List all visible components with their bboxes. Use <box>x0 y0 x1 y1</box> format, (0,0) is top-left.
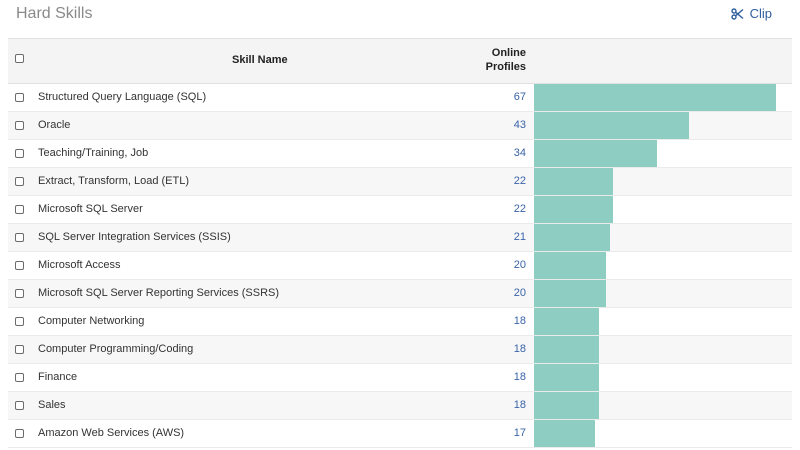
profile-bar <box>534 140 657 167</box>
row-checkbox[interactable] <box>15 93 24 102</box>
skill-name: Microsoft Access <box>38 259 121 271</box>
profile-bar <box>534 308 599 335</box>
profile-count[interactable]: 20 <box>484 259 526 271</box>
table-row[interactable]: Computer Networking 18 <box>8 308 792 336</box>
skill-name: Computer Networking <box>38 315 145 327</box>
profile-count[interactable]: 21 <box>484 231 526 243</box>
profile-count[interactable]: 22 <box>484 203 526 215</box>
column-header-online-profiles[interactable]: Online Profiles <box>474 46 526 74</box>
column-header-profiles-line2: Profiles <box>485 61 526 73</box>
profile-bar <box>534 84 776 111</box>
profile-bar <box>534 252 606 279</box>
table-row[interactable]: SQL Server Integration Services (SSIS) 21 <box>8 224 792 252</box>
table-row[interactable]: Structured Query Language (SQL) 67 <box>8 84 792 112</box>
skill-name: Amazon Web Services (AWS) <box>38 427 185 439</box>
row-checkbox[interactable] <box>15 149 24 158</box>
skill-name: Microsoft SQL Server Reporting Services … <box>38 287 280 299</box>
bar-cell <box>534 224 792 251</box>
profile-bar <box>534 168 613 195</box>
bar-cell <box>534 420 792 447</box>
page-title: Hard Skills <box>16 5 93 22</box>
clip-label: Clip <box>749 6 772 21</box>
profile-count[interactable]: 18 <box>484 343 526 355</box>
bar-cell <box>534 84 792 111</box>
row-checkbox[interactable] <box>15 289 24 298</box>
profile-count[interactable]: 18 <box>484 399 526 411</box>
table-row[interactable]: Sales 18 <box>8 392 792 420</box>
table-row[interactable]: Microsoft Access 20 <box>8 252 792 280</box>
bar-cell <box>534 168 792 195</box>
skill-name: Teaching/Training, Job <box>38 147 149 159</box>
column-header-skill-name[interactable]: Skill Name <box>232 54 288 66</box>
profile-count[interactable]: 17 <box>484 427 526 439</box>
skill-name: Finance <box>38 371 78 383</box>
scissors-icon <box>730 7 744 20</box>
column-header-profiles-line1: Online <box>491 47 526 59</box>
bar-cell <box>534 392 792 419</box>
row-checkbox[interactable] <box>15 121 24 130</box>
table-row[interactable]: Amazon Web Services (AWS) 17 <box>8 420 792 448</box>
profile-count[interactable]: 20 <box>484 287 526 299</box>
bar-cell <box>534 336 792 363</box>
table-row[interactable]: Computer Programming/Coding 18 <box>8 336 792 364</box>
page-header: Hard Skills Clip <box>0 0 800 36</box>
row-checkbox[interactable] <box>15 261 24 270</box>
profile-count[interactable]: 18 <box>484 371 526 383</box>
bar-cell <box>534 140 792 167</box>
profile-count[interactable]: 67 <box>484 91 526 103</box>
profile-bar <box>534 364 599 391</box>
bar-cell <box>534 364 792 391</box>
skill-name: Oracle <box>38 119 71 131</box>
profile-bar <box>534 336 599 363</box>
skill-name: Microsoft SQL Server <box>38 203 143 215</box>
bar-cell <box>534 308 792 335</box>
table-body: Structured Query Language (SQL) 67 Oracle 4… <box>8 84 792 448</box>
skill-name: Structured Query Language (SQL) <box>38 91 207 103</box>
row-checkbox[interactable] <box>15 177 24 186</box>
bar-cell <box>534 252 792 279</box>
row-checkbox[interactable] <box>15 373 24 382</box>
skills-table: Skill Name Online Profiles Structured Qu… <box>8 38 792 448</box>
skill-name: Sales <box>38 399 66 411</box>
clip-button[interactable]: Clip <box>730 6 772 21</box>
skill-name: Extract, Transform, Load (ETL) <box>38 175 189 187</box>
table-header: Skill Name Online Profiles <box>8 39 792 84</box>
row-checkbox[interactable] <box>15 233 24 242</box>
table-row[interactable]: Microsoft SQL Server 22 <box>8 196 792 224</box>
row-checkbox[interactable] <box>15 205 24 214</box>
row-checkbox[interactable] <box>15 401 24 410</box>
table-row[interactable]: Oracle 43 <box>8 112 792 140</box>
profile-bar <box>534 420 595 447</box>
row-checkbox[interactable] <box>15 429 24 438</box>
row-checkbox[interactable] <box>15 345 24 354</box>
profile-bar <box>534 112 689 139</box>
profile-count[interactable]: 43 <box>484 119 526 131</box>
row-checkbox[interactable] <box>15 317 24 326</box>
profile-count[interactable]: 34 <box>484 147 526 159</box>
profile-count[interactable]: 22 <box>484 175 526 187</box>
table-row[interactable]: Microsoft SQL Server Reporting Services … <box>8 280 792 308</box>
profile-count[interactable]: 18 <box>484 315 526 327</box>
table-row[interactable]: Finance 18 <box>8 364 792 392</box>
skill-name: Computer Programming/Coding <box>38 343 194 355</box>
table-row[interactable]: Extract, Transform, Load (ETL) 22 <box>8 168 792 196</box>
bar-cell <box>534 280 792 307</box>
profile-bar <box>534 280 606 307</box>
table-row[interactable]: Teaching/Training, Job 34 <box>8 140 792 168</box>
profile-bar <box>534 224 610 251</box>
select-all-checkbox[interactable] <box>15 54 24 63</box>
profile-bar <box>534 392 599 419</box>
bar-cell <box>534 196 792 223</box>
skill-name: SQL Server Integration Services (SSIS) <box>38 231 231 243</box>
bar-cell <box>534 112 792 139</box>
profile-bar <box>534 196 613 223</box>
